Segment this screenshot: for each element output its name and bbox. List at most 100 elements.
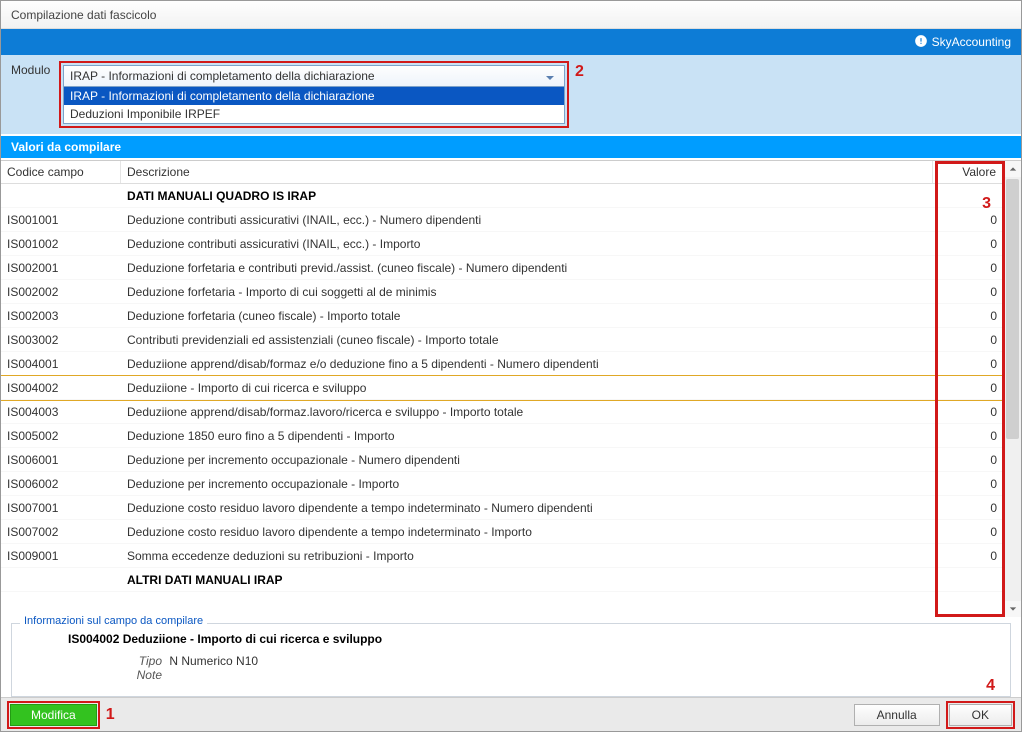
cell-desc: Deduzione forfetaria e contributi previd…: [121, 261, 933, 275]
annulla-button[interactable]: Annulla: [854, 704, 940, 726]
cell-desc: Deduzione forfetaria (cuneo fiscale) - I…: [121, 309, 933, 323]
modulo-select[interactable]: IRAP - Informazioni di completamento del…: [63, 65, 565, 87]
table-row[interactable]: IS002003Deduzione forfetaria (cuneo fisc…: [1, 304, 1003, 328]
cell-desc: Contributi previdenziali ed assistenzial…: [121, 333, 933, 347]
modulo-option-deduzioni[interactable]: Deduzioni Imponibile IRPEF: [64, 105, 564, 123]
cell-val: 0: [933, 501, 1003, 515]
cell-desc: Deduzione costo residuo lavoro dipendent…: [121, 525, 933, 539]
cell-val: 0: [933, 261, 1003, 275]
section-title: DATI MANUALI QUADRO IS IRAP: [121, 189, 933, 203]
scroll-up-icon[interactable]: [1004, 161, 1021, 177]
info-note: Note: [122, 668, 1000, 682]
info-legend: Informazioni sul campo da compilare: [20, 615, 207, 627]
table-row[interactable]: IS004002Deduziione - Importo di cui rice…: [1, 376, 1003, 400]
info-note-label: Note: [122, 668, 162, 682]
cell-val: 0: [933, 477, 1003, 491]
valori-header: Valori da compilare: [1, 134, 1021, 160]
table-row[interactable]: IS002002Deduzione forfetaria - Importo d…: [1, 280, 1003, 304]
table-row[interactable]: IS007001Deduzione costo residuo lavoro d…: [1, 496, 1003, 520]
scroll-thumb[interactable]: [1006, 179, 1019, 439]
col-descrizione[interactable]: Descrizione: [121, 161, 933, 183]
cell-desc: Deduzione forfetaria - Importo di cui so…: [121, 285, 933, 299]
cell-code: IS002002: [1, 285, 121, 299]
info-tipo: Tipo N Numerico N10: [122, 654, 1000, 668]
cell-code: IS001002: [1, 237, 121, 251]
cell-desc: Deduzione costo residuo lavoro dipendent…: [121, 501, 933, 515]
cell-desc: Deduzione 1850 euro fino a 5 dipendenti …: [121, 429, 933, 443]
info-title: IS004002 Deduziione - Importo di cui ric…: [68, 632, 1000, 646]
modulo-option-irap[interactable]: IRAP - Informazioni di completamento del…: [64, 87, 564, 105]
cell-val: 0: [933, 357, 1003, 371]
annotation-1: 1: [106, 706, 115, 724]
modulo-label: Modulo: [11, 61, 59, 77]
cell-desc: Deduzione contributi assicurativi (INAIL…: [121, 237, 933, 251]
cell-desc: Deduzione contributi assicurativi (INAIL…: [121, 213, 933, 227]
brand-name: SkyAccounting: [932, 35, 1011, 49]
cell-code: IS007001: [1, 501, 121, 515]
grid-header: Codice campo Descrizione Valore: [1, 161, 1003, 184]
cell-val: 0: [933, 237, 1003, 251]
grid-body: DATI MANUALI QUADRO IS IRAP IS001001Deduz…: [1, 184, 1003, 592]
section-header: DATI MANUALI QUADRO IS IRAP: [1, 184, 1003, 208]
table-row[interactable]: IS001001Deduzione contributi assicurativ…: [1, 208, 1003, 232]
info-tipo-label: Tipo: [122, 654, 162, 668]
table-row[interactable]: IS001002Deduzione contributi assicurativ…: [1, 232, 1003, 256]
brand-icon: [914, 34, 932, 51]
modifica-annot-box: Modifica: [7, 701, 100, 729]
modulo-dropdown: IRAP - Informazioni di completamento del…: [63, 87, 565, 124]
cell-code: IS004001: [1, 357, 121, 371]
col-valore[interactable]: Valore: [933, 161, 1003, 183]
table-row[interactable]: IS006002Deduzione per incremento occupaz…: [1, 472, 1003, 496]
info-tipo-value: N Numerico N10: [169, 654, 258, 668]
annotation-3: 3: [982, 195, 991, 213]
table-row[interactable]: IS006001Deduzione per incremento occupaz…: [1, 448, 1003, 472]
section-title: ALTRI DATI MANUALI IRAP: [121, 573, 933, 587]
table-row[interactable]: IS004001Deduziione apprend/disab/formaz …: [1, 352, 1003, 376]
table-row[interactable]: IS004003Deduziione apprend/disab/formaz.…: [1, 400, 1003, 424]
info-group: Informazioni sul campo da compilare IS00…: [11, 623, 1011, 697]
vertical-scrollbar[interactable]: [1003, 161, 1021, 617]
modulo-select-value: IRAP - Informazioni di completamento del…: [70, 69, 375, 83]
modulo-row: Modulo IRAP - Informazioni di completame…: [1, 55, 1021, 134]
ok-annot-box: OK: [946, 701, 1015, 729]
table-row[interactable]: IS003002Contributi previdenziali ed assi…: [1, 328, 1003, 352]
annotation-4: 4: [986, 677, 995, 695]
modifica-button[interactable]: Modifica: [10, 704, 97, 726]
annotation-2: 2: [575, 61, 584, 81]
cell-code: IS009001: [1, 549, 121, 563]
cell-val: 0: [933, 213, 1003, 227]
scroll-down-icon[interactable]: [1004, 601, 1021, 617]
table-row[interactable]: IS007002Deduzione costo residuo lavoro d…: [1, 520, 1003, 544]
cell-code: IS007002: [1, 525, 121, 539]
compilazione-window: Compilazione dati fascicolo SkyAccountin…: [0, 0, 1022, 732]
table-row[interactable]: IS009001Somma eccedenze deduzioni su ret…: [1, 544, 1003, 568]
cell-desc: Deduziione apprend/disab/formaz e/o dedu…: [121, 357, 933, 371]
cell-val: 0: [933, 525, 1003, 539]
grid-area: Codice campo Descrizione Valore DATI MAN…: [1, 160, 1021, 617]
cell-desc: Deduziione - Importo di cui ricerca e sv…: [121, 381, 933, 395]
cell-val: 0: [933, 429, 1003, 443]
cell-desc: Deduziione apprend/disab/formaz.lavoro/r…: [121, 405, 933, 419]
table-row[interactable]: IS002001Deduzione forfetaria e contribut…: [1, 256, 1003, 280]
cell-code: IS004002: [1, 381, 121, 395]
col-codice[interactable]: Codice campo: [1, 161, 121, 183]
cell-desc: Deduzione per incremento occupazionale -…: [121, 477, 933, 491]
window-title: Compilazione dati fascicolo: [1, 1, 1021, 29]
footer-bar: Modifica 1 Annulla OK: [1, 697, 1021, 731]
cell-code: IS004003: [1, 405, 121, 419]
cell-code: IS005002: [1, 429, 121, 443]
cell-desc: Somma eccedenze deduzioni su retribuzion…: [121, 549, 933, 563]
cell-code: IS002001: [1, 261, 121, 275]
cell-code: IS006001: [1, 453, 121, 467]
cell-val: 0: [933, 381, 1003, 395]
cell-code: IS006002: [1, 477, 121, 491]
cell-val: 0: [933, 333, 1003, 347]
section-header: ALTRI DATI MANUALI IRAP: [1, 568, 1003, 592]
ok-button[interactable]: OK: [949, 704, 1012, 726]
cell-val: 0: [933, 405, 1003, 419]
cell-desc: Deduzione per incremento occupazionale -…: [121, 453, 933, 467]
brand-bar: SkyAccounting: [1, 29, 1021, 55]
cell-code: IS003002: [1, 333, 121, 347]
table-row[interactable]: IS005002Deduzione 1850 euro fino a 5 dip…: [1, 424, 1003, 448]
grid-inner: Codice campo Descrizione Valore DATI MAN…: [1, 161, 1003, 617]
